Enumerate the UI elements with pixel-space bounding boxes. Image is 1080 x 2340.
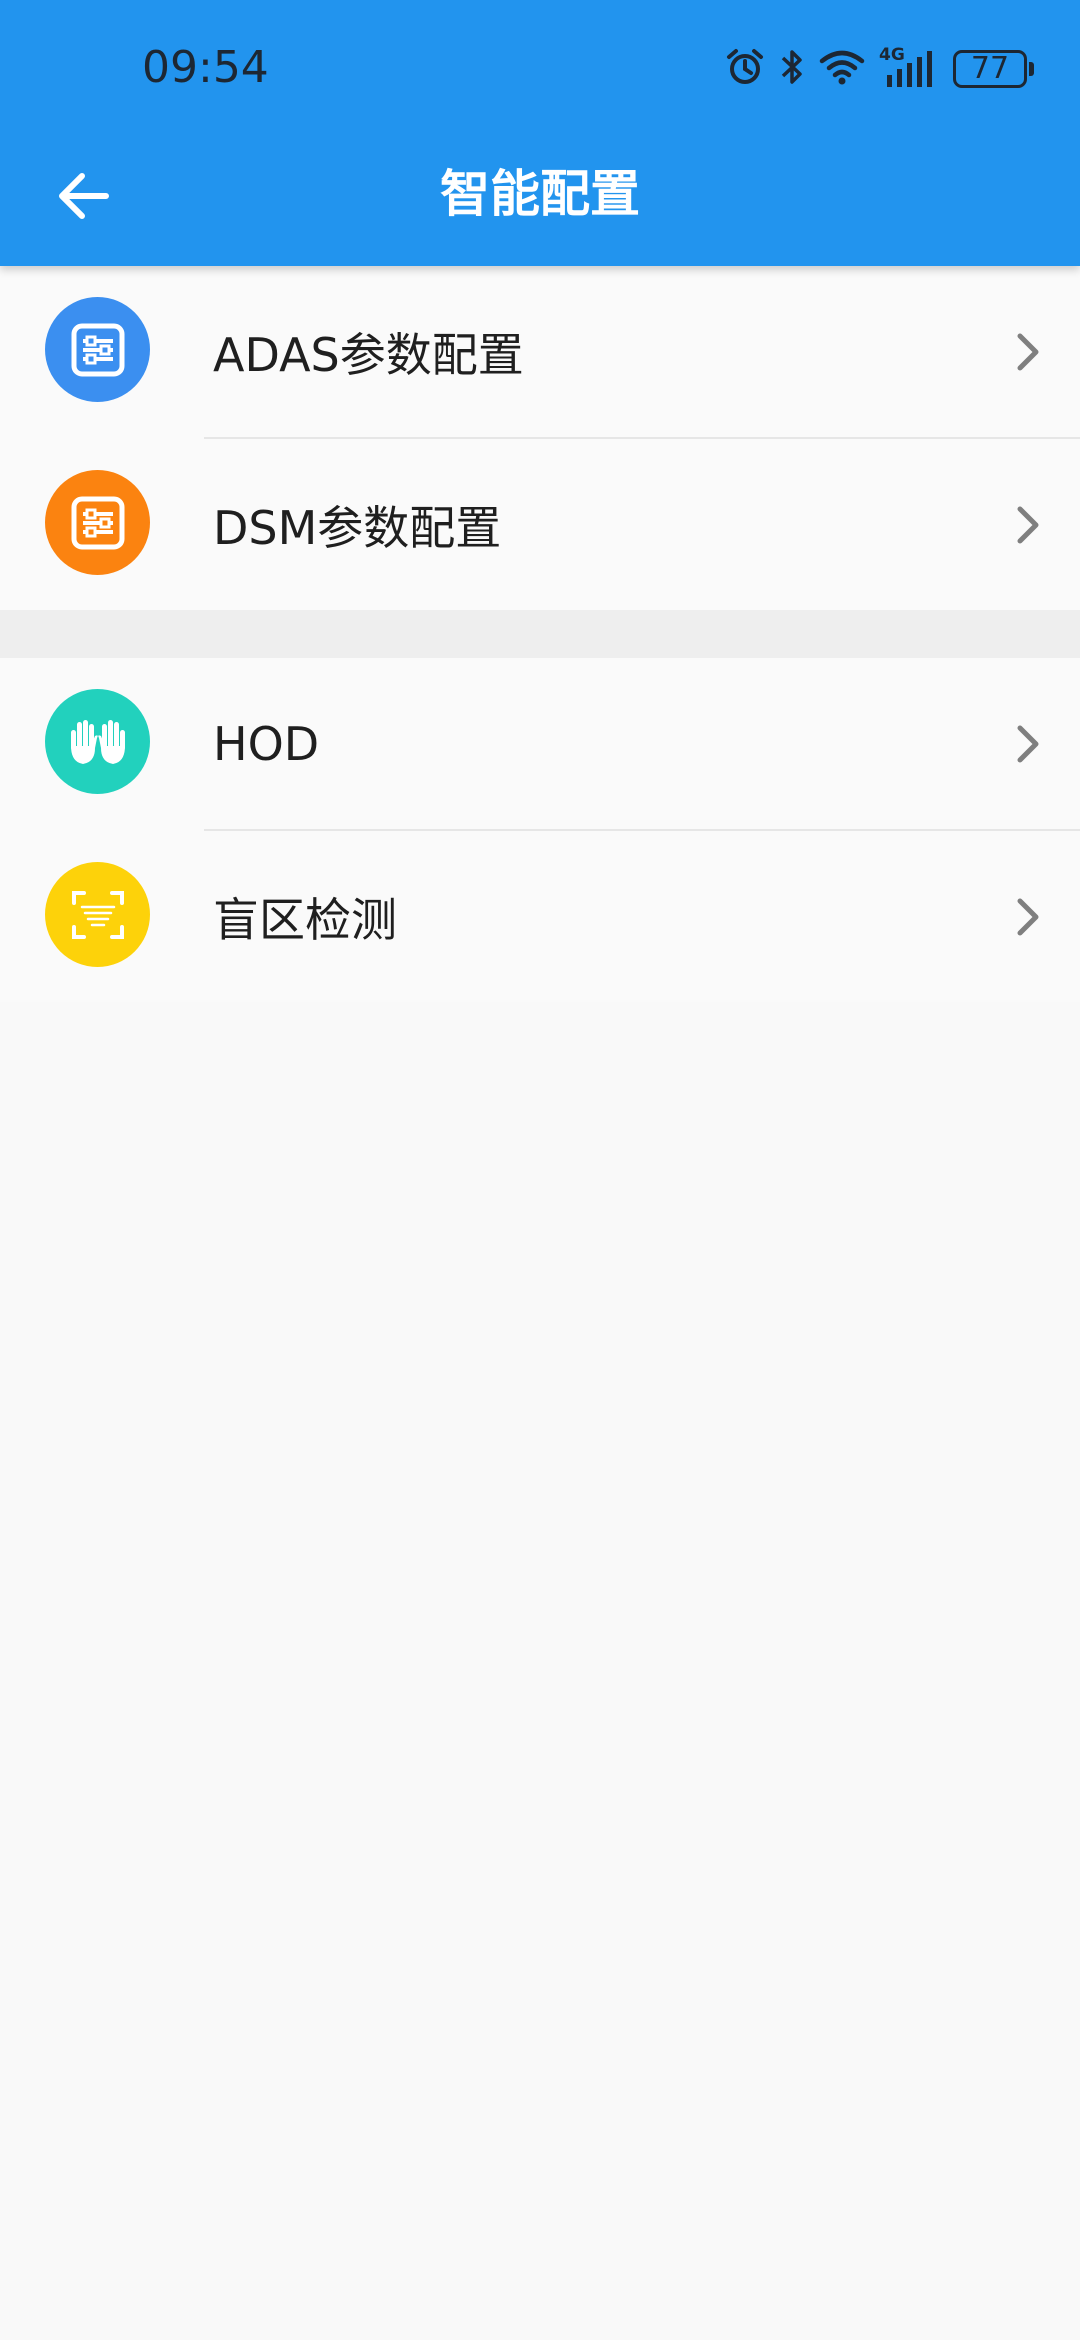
item-label: DSM参数配置	[213, 500, 502, 555]
wifi-icon	[819, 49, 865, 89]
cellular-signal-icon: 4G	[879, 45, 937, 89]
settings-group-2: HOD 盲区检测	[0, 658, 1080, 1002]
page-title: 智能配置	[440, 165, 640, 223]
chevron-right-icon	[1017, 333, 1039, 370]
scan-icon	[45, 862, 150, 967]
hod-item[interactable]: HOD	[0, 658, 1080, 829]
item-label: HOD	[213, 716, 320, 771]
chevron-right-icon	[1017, 506, 1039, 543]
chevron-right-icon	[1017, 898, 1039, 935]
sliders-icon	[45, 297, 150, 402]
chevron-right-icon	[1017, 725, 1039, 762]
sliders-icon	[45, 470, 150, 575]
app-header: 09:54 4G 77 智能配置	[0, 0, 1080, 266]
dsm-config-item[interactable]: DSM参数配置	[0, 439, 1080, 610]
blind-spot-detection-item[interactable]: 盲区检测	[0, 831, 1080, 1002]
settings-group-1: ADAS参数配置 DSM参数配置	[0, 266, 1080, 610]
settings-list: ADAS参数配置 DSM参数配置 HOD 盲区检测	[0, 266, 1080, 1002]
group-separator	[0, 610, 1080, 658]
hands-icon	[45, 689, 150, 794]
item-label: ADAS参数配置	[213, 327, 524, 382]
battery-icon: 77	[953, 50, 1034, 88]
item-label: 盲区检测	[213, 892, 397, 947]
status-icons: 4G 77	[711, 44, 1034, 94]
status-time: 09:54	[142, 42, 269, 93]
bluetooth-icon	[779, 47, 805, 91]
alarm-icon	[725, 47, 765, 91]
battery-level: 77	[953, 50, 1027, 88]
adas-config-item[interactable]: ADAS参数配置	[0, 266, 1080, 437]
